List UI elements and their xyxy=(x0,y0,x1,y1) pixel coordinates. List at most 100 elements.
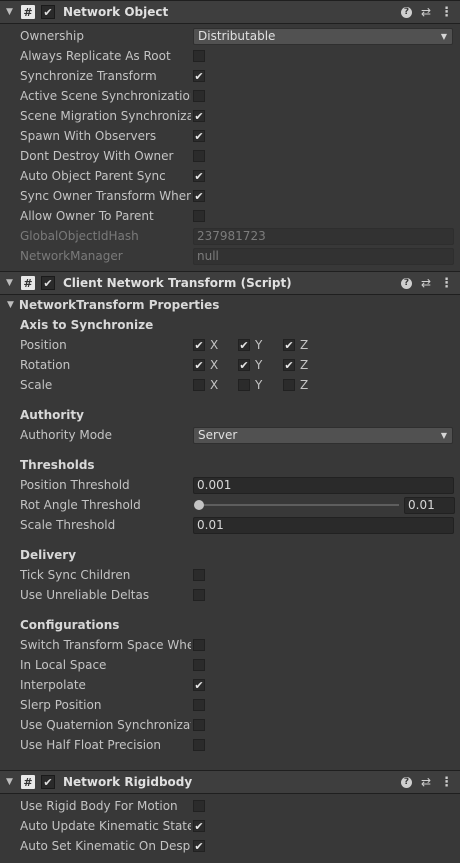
axis-checkbox[interactable]: ✔ xyxy=(193,339,205,351)
axis-y-toggle[interactable]: Y xyxy=(238,378,283,392)
authority-mode-value: Server xyxy=(198,428,238,442)
foldout-arrow-icon[interactable]: ▼ xyxy=(6,7,16,17)
rot-angle-slider-thumb[interactable] xyxy=(194,500,204,510)
position-threshold-label: Position Threshold xyxy=(20,478,130,492)
toggle-label: Auto Set Kinematic On Despawn xyxy=(20,839,191,853)
toggle-checkbox[interactable] xyxy=(193,699,205,711)
axis-y-toggle[interactable]: ✔ Y xyxy=(238,358,283,372)
scale-threshold-field[interactable]: 0.01 xyxy=(193,516,454,534)
axis-letter: X xyxy=(210,378,219,392)
foldout-arrow-icon[interactable]: ▼ xyxy=(6,278,16,288)
position-threshold-field[interactable]: 0.001 xyxy=(193,476,454,494)
ownership-value: Distributable xyxy=(198,29,276,43)
toggle-checkbox[interactable] xyxy=(193,639,205,651)
axis-checkbox[interactable]: ✔ xyxy=(193,359,205,371)
axis-x-toggle[interactable]: ✔ X xyxy=(193,338,238,352)
client-network-transform-header[interactable]: ▼ # ✔ Client Network Transform (Script) … xyxy=(0,271,460,295)
check-icon: ✔ xyxy=(194,189,204,203)
rot-angle-threshold-field[interactable]: 0.01 xyxy=(404,496,455,514)
context-menu-icon[interactable]: ⋮ xyxy=(440,276,453,291)
toggle-checkbox[interactable] xyxy=(193,719,205,731)
check-icon: ✔ xyxy=(194,109,204,123)
preset-icon[interactable]: ⇄ xyxy=(421,276,431,290)
authority-mode-dropdown[interactable]: Server ▼ xyxy=(193,426,453,444)
network-object-header[interactable]: ▼ # ✔ Network Object ? ⇄ ⋮ xyxy=(0,0,460,24)
component-enabled-checkbox[interactable]: ✔ xyxy=(41,5,55,19)
toggle-row: Auto Object Parent Sync ✔ xyxy=(0,166,460,186)
ownership-dropdown[interactable]: Distributable ▼ xyxy=(193,27,453,45)
global-object-id-hash-label: GlobalObjectIdHash xyxy=(20,229,139,243)
axis-z-toggle[interactable]: ✔ Z xyxy=(283,338,328,352)
foldout-arrow-icon[interactable]: ▼ xyxy=(7,300,14,310)
network-rigidbody-header[interactable]: ▼ # ✔ Network Rigidbody ? ⇄ ⋮ xyxy=(0,770,460,794)
rot-angle-slider-track[interactable] xyxy=(197,504,399,506)
axis-letter: Y xyxy=(255,338,263,352)
toggle-row: Sync Owner Transform When Parented✔ xyxy=(0,186,460,206)
component-enabled-checkbox[interactable]: ✔ xyxy=(41,775,55,789)
help-icon[interactable]: ? xyxy=(400,6,412,18)
component-title: Network Rigidbody xyxy=(63,775,193,789)
axis-toggle-group: X Y Z xyxy=(193,378,328,392)
toggle-row: Use Unreliable Deltas xyxy=(0,585,460,605)
toggle-checkbox[interactable]: ✔ xyxy=(193,820,205,832)
ownership-label: Ownership xyxy=(20,29,84,43)
foldout-arrow-icon[interactable]: ▼ xyxy=(6,777,16,787)
toggle-checkbox[interactable]: ✔ xyxy=(193,679,205,691)
toggle-row: Auto Update Kinematic State ✔ xyxy=(0,816,460,836)
axis-checkbox[interactable] xyxy=(193,379,205,391)
component-enabled-checkbox[interactable]: ✔ xyxy=(41,276,55,290)
axis-x-toggle[interactable]: ✔ X xyxy=(193,358,238,372)
toggle-checkbox[interactable]: ✔ xyxy=(193,70,205,82)
toggle-checkbox[interactable] xyxy=(193,50,205,62)
toggle-checkbox[interactable] xyxy=(193,589,205,601)
axis-row-label: Position xyxy=(20,338,67,352)
axis-checkbox[interactable]: ✔ xyxy=(283,359,295,371)
toggle-label: Allow Owner To Parent xyxy=(20,209,154,223)
check-icon: ✔ xyxy=(284,338,294,352)
axis-checkbox[interactable] xyxy=(238,379,250,391)
help-icon[interactable]: ? xyxy=(400,277,412,289)
toggle-checkbox[interactable]: ✔ xyxy=(193,840,205,852)
toggle-checkbox[interactable] xyxy=(193,150,205,162)
authority-section-title: Authority xyxy=(20,408,84,422)
axis-letter: Z xyxy=(300,338,309,352)
position-threshold-row: Position Threshold 0.001 xyxy=(0,475,460,495)
axis-checkbox[interactable]: ✔ xyxy=(238,339,250,351)
script-icon: # xyxy=(21,276,35,290)
context-menu-icon[interactable]: ⋮ xyxy=(440,775,453,790)
context-menu-icon[interactable]: ⋮ xyxy=(440,5,453,20)
toggle-checkbox[interactable] xyxy=(193,800,205,812)
axis-x-toggle[interactable]: X xyxy=(193,378,238,392)
check-icon: ✔ xyxy=(194,839,204,853)
network-object-toggles: Always Replicate As Root Synchronize Tran… xyxy=(0,46,460,226)
toggle-checkbox[interactable]: ✔ xyxy=(193,170,205,182)
axis-checkbox[interactable]: ✔ xyxy=(283,339,295,351)
preset-icon[interactable]: ⇄ xyxy=(421,5,431,19)
axis-letter: Z xyxy=(300,378,309,392)
help-icon[interactable]: ? xyxy=(400,776,412,788)
toggle-checkbox[interactable] xyxy=(193,569,205,581)
toggle-checkbox[interactable]: ✔ xyxy=(193,110,205,122)
axis-z-toggle[interactable]: Z xyxy=(283,378,328,392)
toggle-checkbox[interactable]: ✔ xyxy=(193,190,205,202)
toggle-label: Use Rigid Body For Motion xyxy=(20,799,178,813)
rot-angle-threshold-label: Rot Angle Threshold xyxy=(20,498,141,512)
toggle-checkbox[interactable] xyxy=(193,739,205,751)
thresholds-section-title: Thresholds xyxy=(20,458,95,472)
toggle-label: Interpolate xyxy=(20,678,86,692)
axis-y-toggle[interactable]: ✔ Y xyxy=(238,338,283,352)
toggle-checkbox[interactable] xyxy=(193,210,205,222)
toggle-checkbox[interactable] xyxy=(193,90,205,102)
toggle-label: Dont Destroy With Owner xyxy=(20,149,174,163)
authority-mode-row: Authority Mode Server ▼ xyxy=(0,425,460,445)
axis-z-toggle[interactable]: ✔ Z xyxy=(283,358,328,372)
toggle-checkbox[interactable]: ✔ xyxy=(193,130,205,142)
axis-checkbox[interactable] xyxy=(283,379,295,391)
toggle-checkbox[interactable] xyxy=(193,659,205,671)
toggle-label: Use Unreliable Deltas xyxy=(20,588,150,602)
check-icon: ✔ xyxy=(194,819,204,833)
preset-icon[interactable]: ⇄ xyxy=(421,775,431,789)
axis-checkbox[interactable]: ✔ xyxy=(238,359,250,371)
network-transform-properties-foldout[interactable]: ▼ NetworkTransform Properties xyxy=(0,295,460,315)
toggle-row: Synchronize Transform ✔ xyxy=(0,66,460,86)
